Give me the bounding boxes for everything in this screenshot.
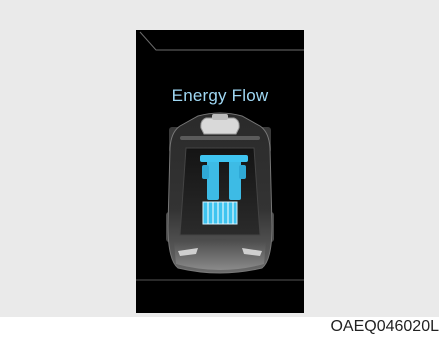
rear-motor-cap	[212, 114, 228, 120]
image-code-caption: OAEQ046020L	[330, 318, 439, 335]
rear-axle	[180, 136, 260, 140]
energy-flow-right-column	[229, 158, 241, 200]
figure-panel: Energy Flow	[0, 0, 439, 317]
energy-flow-left-column	[207, 158, 219, 200]
energy-flow-left-arm	[202, 165, 209, 179]
cluster-display: Energy Flow	[136, 30, 304, 313]
energy-flow-title: Energy Flow	[171, 86, 269, 105]
energy-flow-crossbar	[200, 155, 248, 162]
energy-flow-right-arm	[239, 165, 246, 179]
rear-motor	[200, 117, 240, 135]
frame-accent-line	[139, 31, 304, 51]
energy-flow-graphic	[136, 31, 304, 281]
